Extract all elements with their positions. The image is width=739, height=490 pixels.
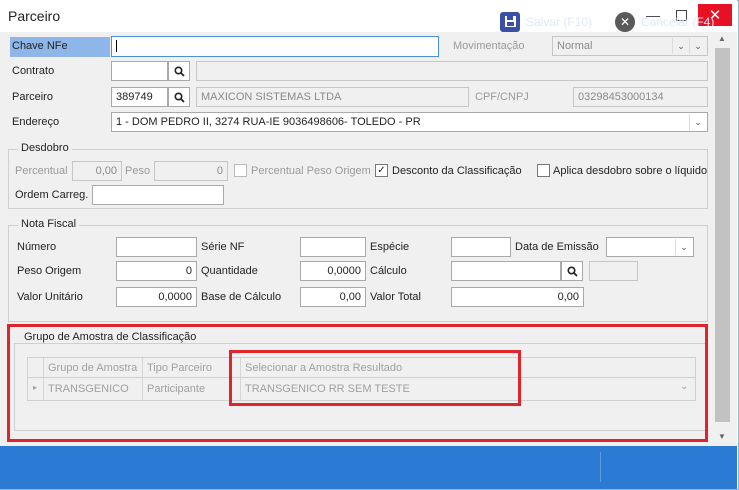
- cancel-button[interactable]: ✕ Cancelar (F4): [615, 8, 714, 35]
- search-icon: [173, 91, 185, 103]
- numero-label: Número: [17, 241, 57, 253]
- endereco-select[interactable]: 1 - DOM PEDRO II, 3274 RUA-IE 9036498606…: [111, 112, 708, 132]
- footer-divider: [600, 452, 601, 482]
- serie-nf-label: Série NF: [201, 241, 245, 253]
- floppy-disk-icon: [500, 11, 520, 32]
- contrato-input[interactable]: [111, 61, 168, 81]
- desdobro-title: Desdobro: [18, 142, 72, 154]
- calculo-label: Cálculo: [370, 265, 407, 277]
- percentual-label: Percentual: [15, 165, 68, 177]
- valor-unitario-input[interactable]: 0,0000: [116, 287, 197, 307]
- movimentacao-select[interactable]: Normal ⌄ ⌄: [552, 36, 708, 56]
- peso-origem-input[interactable]: 0: [116, 261, 197, 281]
- especie-input[interactable]: [451, 237, 511, 257]
- data-emissao-label: Data de Emissão: [515, 241, 599, 253]
- search-icon: [173, 65, 185, 77]
- quantidade-label: Quantidade: [201, 265, 258, 277]
- window-title: Parceiro: [8, 8, 61, 24]
- base-calculo-label: Base de Cálculo: [201, 291, 282, 303]
- highlight-column-box: [229, 350, 521, 406]
- cancel-x-icon: ✕: [615, 11, 635, 32]
- aplica-desdobro-label: Aplica desdobro sobre o líquido: [553, 165, 708, 177]
- chevron-down-icon: ⌄: [672, 38, 689, 54]
- ordem-carreg-label: Ordem Carreg.: [15, 189, 89, 201]
- movimentacao-label: Movimentação: [453, 40, 525, 52]
- desconto-classificacao-label: Desconto da Classificação: [392, 165, 522, 177]
- parceiro-label: Parceiro: [12, 91, 53, 103]
- contrato-label: Contrato: [12, 65, 55, 77]
- save-button[interactable]: Salvar (F10): [500, 8, 592, 35]
- chave-nfe-label: Chave NFe: [10, 37, 110, 57]
- peso-origem-label: Peso Origem: [17, 265, 82, 277]
- cpf-cnpj-field: 03298453000134: [573, 87, 708, 107]
- data-emissao-picker[interactable]: ⌄: [606, 237, 694, 257]
- chevron-down-icon: ⌄: [675, 239, 692, 255]
- numero-input[interactable]: [116, 237, 197, 257]
- quantidade-input[interactable]: 0,0000: [300, 261, 366, 281]
- search-icon: [566, 265, 578, 277]
- cpf-cnpj-label: CPF/CNPJ: [475, 91, 529, 103]
- chevron-down-icon: ⌄: [689, 38, 706, 54]
- percentual-input[interactable]: 0,00: [72, 161, 122, 181]
- scrollbar-thumb[interactable]: [715, 48, 730, 422]
- parceiro-search-button[interactable]: [168, 87, 190, 107]
- contrato-description: [196, 61, 708, 81]
- valor-total-input[interactable]: 0,00: [451, 287, 584, 307]
- serie-nf-input[interactable]: [300, 237, 366, 257]
- desconto-classificacao-checkbox[interactable]: ✓: [375, 164, 388, 177]
- percentual-peso-origem-label: Percentual Peso Origem: [251, 165, 371, 177]
- endereco-label: Endereço: [12, 116, 60, 128]
- base-calculo-input[interactable]: 0,00: [300, 287, 366, 307]
- parceiro-code-input[interactable]: 389749: [111, 87, 168, 107]
- chevron-down-icon: ⌄: [689, 114, 706, 130]
- scroll-down-icon[interactable]: ▼: [718, 432, 726, 441]
- valor-unitario-label: Valor Unitário: [17, 291, 83, 303]
- calculo-search-button[interactable]: [561, 261, 583, 281]
- peso-input[interactable]: 0: [154, 161, 228, 181]
- scroll-up-icon[interactable]: ▲: [718, 34, 726, 43]
- nota-fiscal-title: Nota Fiscal: [18, 218, 80, 230]
- aplica-desdobro-checkbox[interactable]: [537, 164, 550, 177]
- footer-bar: [0, 446, 737, 489]
- peso-label: Peso: [125, 165, 151, 177]
- especie-label: Espécie: [370, 241, 410, 253]
- chave-nfe-input[interactable]: [111, 36, 439, 57]
- contrato-search-button[interactable]: [168, 61, 190, 81]
- calculo-input[interactable]: [451, 261, 561, 281]
- percentual-peso-origem-checkbox[interactable]: [234, 164, 247, 177]
- calculo-description: [589, 261, 638, 281]
- valor-total-label: Valor Total: [370, 291, 421, 303]
- ordem-carreg-input[interactable]: [92, 185, 224, 205]
- parceiro-name-field: MAXICON SISTEMAS LTDA: [196, 87, 469, 107]
